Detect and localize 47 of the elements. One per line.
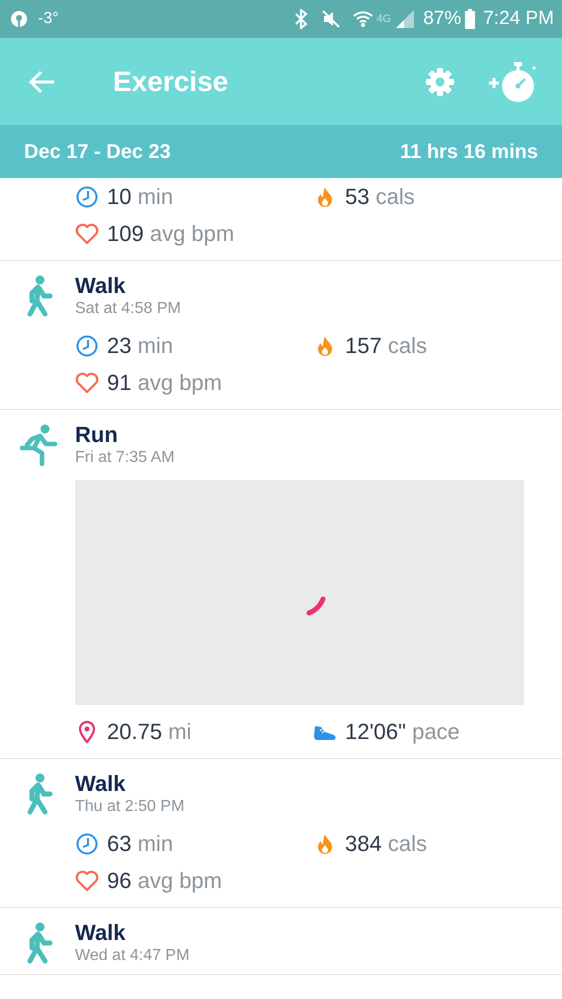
battery-percent-text: 87%: [423, 6, 462, 31]
clock-icon: [76, 832, 98, 854]
date-range-text: Dec 17 - Dec 23: [24, 140, 171, 164]
clock-icon: [76, 334, 98, 356]
wifi-icon: [352, 10, 373, 28]
temperature-text: -3°: [38, 9, 59, 29]
network-type-text: 4G: [376, 12, 392, 27]
stat-text: 157 cals: [345, 332, 427, 360]
clock-text: 7:24 PM: [483, 6, 554, 31]
activity-title: Run: [75, 422, 119, 448]
stat-text: 109 avg bpm: [107, 220, 234, 248]
signal-icon: [395, 9, 416, 29]
stat-text: 384 cals: [345, 830, 427, 858]
clock-icon: [76, 186, 98, 208]
stat-text: 20.75 mi: [107, 718, 192, 746]
mute-icon: [320, 9, 341, 29]
activity-title: Walk: [75, 273, 127, 299]
total-duration-text: 11 hrs 16 mins: [400, 140, 538, 164]
activity-time: Fri at 7:35 AM: [75, 448, 176, 468]
stat-text: 23 min: [107, 332, 174, 360]
running-person-icon: [18, 424, 58, 466]
radio-app-icon: [8, 10, 30, 28]
bluetooth-icon: [292, 9, 309, 29]
battery-icon: [465, 9, 476, 29]
heart-icon: [75, 870, 99, 892]
flame-icon: [316, 334, 334, 356]
page-title: Exercise: [113, 64, 228, 98]
activity-time: Wed at 4:47 PM: [75, 946, 190, 966]
back-arrow-icon: [28, 70, 56, 94]
heart-icon: [75, 222, 99, 244]
stat-text: 12'06" pace: [345, 718, 460, 746]
flame-icon: [316, 832, 334, 854]
stat-text: 96 avg bpm: [107, 867, 222, 895]
stat-text: 91 avg bpm: [107, 369, 222, 397]
activity-title: Walk: [75, 771, 127, 797]
stat-text: 63 min: [107, 830, 174, 858]
settings-icon: [424, 66, 456, 98]
add-stopwatch-icon: [488, 60, 538, 104]
heart-icon: [75, 372, 99, 394]
add-stopwatch-button[interactable]: [488, 60, 538, 104]
activity-time: Thu at 2:50 PM: [75, 797, 186, 817]
flame-icon: [316, 186, 334, 208]
activity-title: Walk: [75, 920, 127, 946]
location-pin-icon: [78, 720, 96, 744]
stat-text: 53 cals: [345, 183, 415, 211]
activity-time: Sat at 4:58 PM: [75, 299, 182, 319]
stat-text: 10 min: [107, 183, 174, 211]
